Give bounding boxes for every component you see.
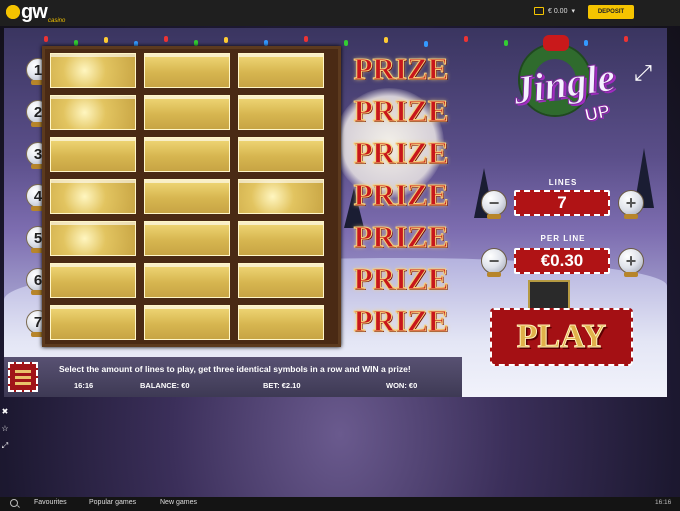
light-bulb: [344, 40, 348, 46]
nav-favourites[interactable]: Favourites: [34, 499, 67, 506]
clock: 16:16: [655, 499, 672, 506]
prize-label-2: PRIZE: [353, 93, 449, 129]
close-icon[interactable]: ✖: [0, 406, 10, 418]
prize-label-4: PRIZE: [353, 177, 449, 213]
sun-logo-icon: [6, 5, 20, 19]
logo-subtext: casino: [48, 18, 66, 24]
scratch-cell[interactable]: [144, 221, 230, 256]
game-title-sub: UP: [583, 100, 613, 126]
instructions-text: Select the amount of lines to play, get …: [59, 364, 411, 374]
lines-increase-button[interactable]: +: [618, 190, 644, 219]
lines-value: 7: [514, 190, 610, 216]
bet-increase-button[interactable]: +: [618, 248, 644, 277]
game-logo: Jingle UP: [505, 35, 630, 130]
scratch-cell[interactable]: [50, 305, 136, 340]
scratch-cell[interactable]: [238, 53, 324, 88]
prize-label-7: PRIZE: [353, 303, 449, 339]
time-display: 16:16: [74, 381, 94, 390]
prize-label-3: PRIZE: [353, 135, 449, 171]
scratch-cell[interactable]: [144, 263, 230, 298]
deposit-button[interactable]: DEPOSIT: [588, 5, 634, 19]
prize-label-1: PRIZE: [353, 51, 449, 87]
light-bulb: [384, 37, 388, 43]
scratch-cell[interactable]: [238, 179, 324, 214]
scratch-cell[interactable]: [50, 263, 136, 298]
chevron-down-icon: ▾: [571, 8, 575, 15]
scratch-cell[interactable]: [238, 305, 324, 340]
wallet-icon: [534, 7, 544, 15]
hamburger-menu-icon[interactable]: [8, 362, 38, 392]
bet-display: BET: €2.10: [263, 381, 301, 390]
light-bulb: [224, 37, 228, 43]
scratch-cell[interactable]: [238, 137, 324, 172]
scratch-cell[interactable]: [144, 95, 230, 130]
scratch-cell[interactable]: [50, 95, 136, 130]
scratch-cell[interactable]: [50, 179, 136, 214]
expand-icon[interactable]: ⤢: [0, 440, 10, 452]
balance-display: BALANCE: €0: [140, 381, 190, 390]
lines-decrease-button[interactable]: −: [481, 190, 507, 219]
bow-icon: [543, 35, 569, 51]
scratch-cell[interactable]: [238, 263, 324, 298]
scratch-grid: [50, 53, 324, 340]
balance-dropdown[interactable]: € 0.00 ▾: [534, 7, 575, 15]
light-bulb: [424, 41, 428, 47]
light-bulb: [464, 36, 468, 42]
info-bar: [4, 357, 462, 397]
lines-label: LINES: [548, 178, 578, 187]
light-bulb: [44, 36, 48, 42]
casino-logo[interactable]: gw casino: [6, 1, 65, 24]
nav-new-games[interactable]: New games: [160, 499, 197, 506]
per-line-label: PER LINE: [540, 234, 586, 243]
won-display: WON: €0: [386, 381, 418, 390]
scratch-cell[interactable]: [144, 179, 230, 214]
per-line-value: €0.30: [514, 248, 610, 274]
scratch-cell[interactable]: [144, 137, 230, 172]
scratch-cell[interactable]: [50, 53, 136, 88]
play-button[interactable]: PLAY: [490, 308, 633, 366]
prize-label-5: PRIZE: [353, 219, 449, 255]
scratch-cell[interactable]: [50, 137, 136, 172]
scratch-cell[interactable]: [238, 221, 324, 256]
bottom-nav: Favourites Popular games New games 16:16: [0, 497, 680, 511]
star-icon[interactable]: ☆: [0, 423, 10, 435]
logo-text: gw: [21, 1, 48, 23]
scratch-cell[interactable]: [50, 221, 136, 256]
search-icon[interactable]: [10, 499, 18, 507]
scratch-cell[interactable]: [144, 53, 230, 88]
balance-amount: € 0.00: [548, 7, 568, 15]
expand-arrows-icon[interactable]: ⤢: [630, 60, 656, 86]
top-bar: gw casino € 0.00 ▾ DEPOSIT: [0, 0, 680, 26]
prize-label-6: PRIZE: [353, 261, 449, 297]
scratch-cell[interactable]: [144, 305, 230, 340]
game-canvas: 1 2 3 4 5 6 7 PRIZE PRIZE PRIZE PRIZE PR…: [4, 28, 667, 397]
light-bulb: [104, 37, 108, 43]
scratch-cell[interactable]: [238, 95, 324, 130]
bet-decrease-button[interactable]: −: [481, 248, 507, 277]
scratch-board: [42, 46, 341, 347]
light-bulb: [164, 36, 168, 42]
light-bulb: [304, 36, 308, 42]
gift-box-decoration: [528, 280, 570, 310]
nav-popular-games[interactable]: Popular games: [89, 499, 136, 506]
